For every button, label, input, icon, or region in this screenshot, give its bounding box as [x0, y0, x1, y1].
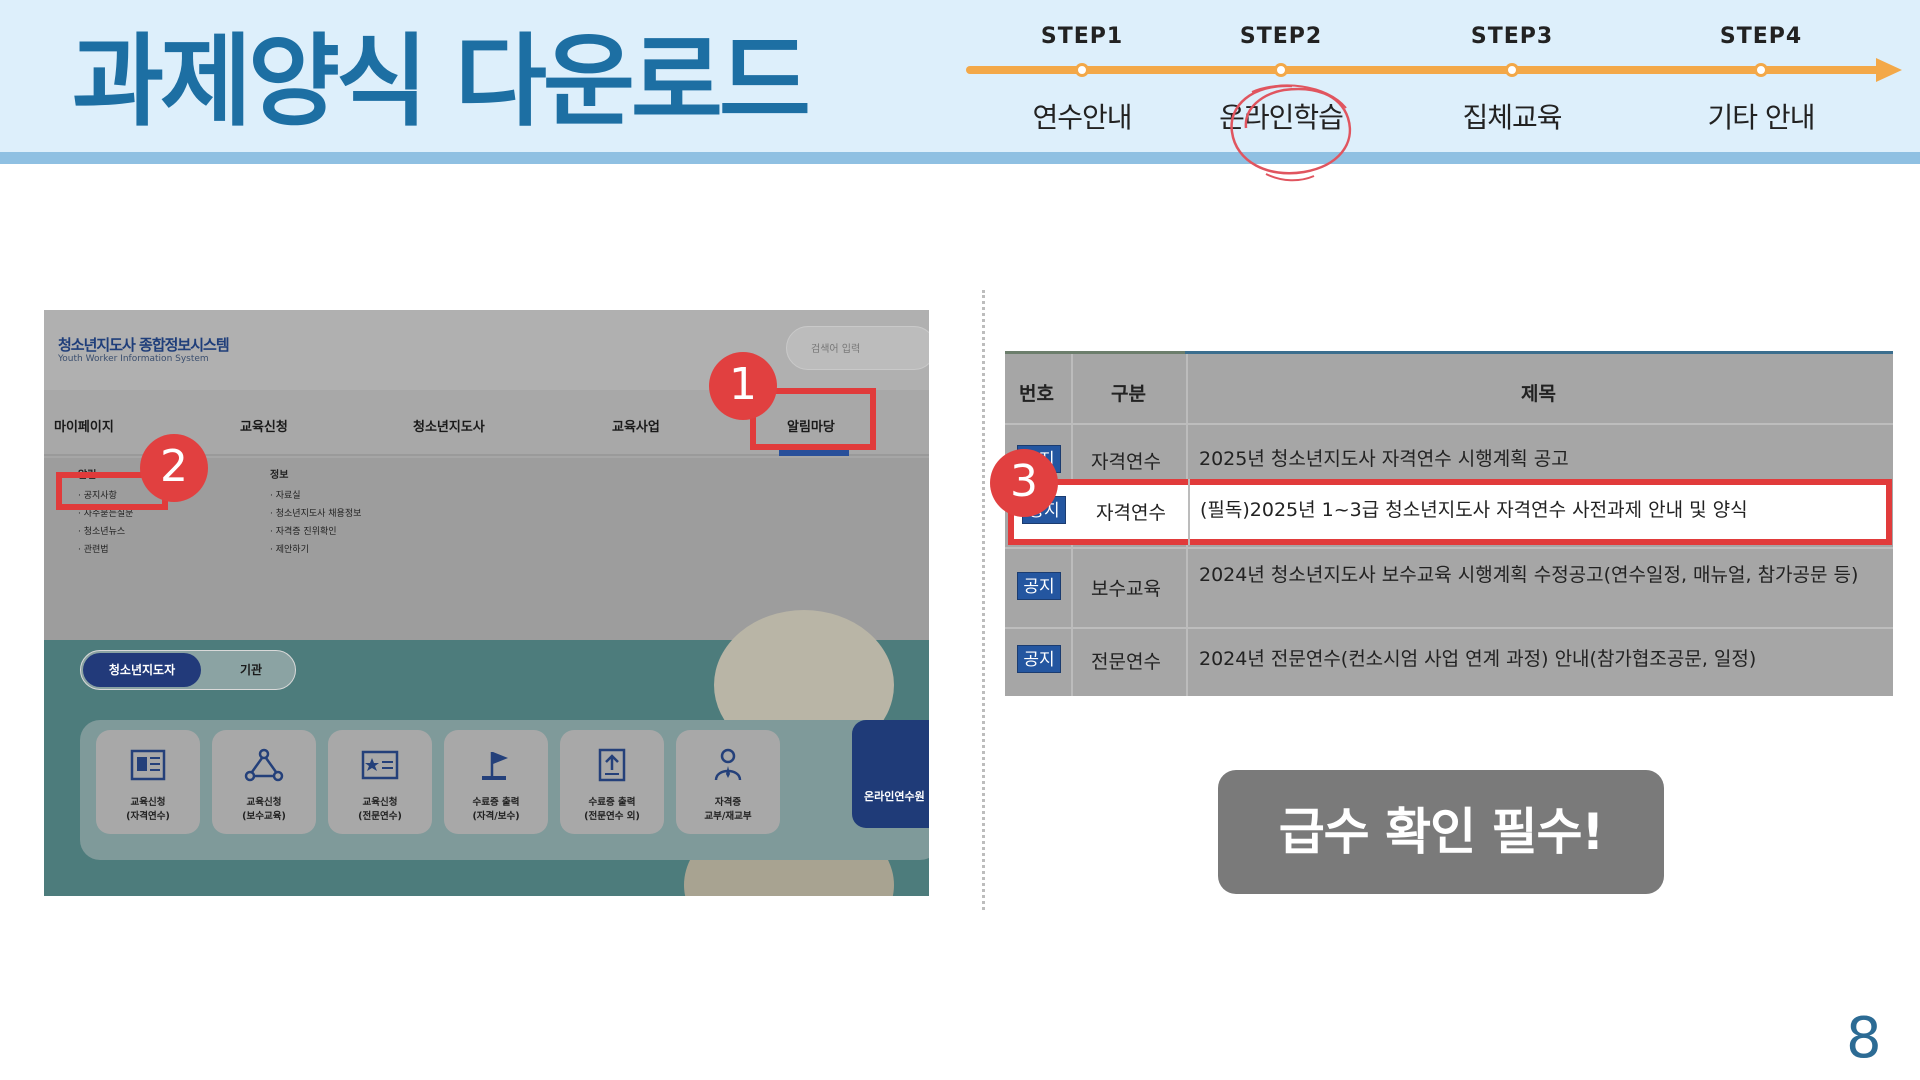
toggle-youth-worker[interactable]: 청소년지도자: [83, 653, 201, 687]
certificate-icon: [361, 750, 399, 780]
row-category: 전문연수: [1091, 651, 1161, 673]
timeline-arrow-icon: [1876, 58, 1902, 82]
page-number: 8: [1846, 1006, 1882, 1071]
tile-print-certificate-other[interactable]: 수료증 출력 (전문연수 외): [560, 730, 664, 834]
row-subject-link[interactable]: 2025년 청소년지도사 자격연수 시행계획 공고: [1199, 447, 1879, 471]
step-4-name: 기타 안내: [1707, 101, 1816, 134]
slide: { "slide": { "title": "과제양식 다운로드", "page…: [0, 0, 1920, 1080]
nav-item-mypage[interactable]: 마이페이지: [54, 416, 114, 435]
tile-label: 수료증 출력 (전문연수 외): [584, 797, 640, 822]
row-separator: [1005, 423, 1893, 425]
column-header-category: 구분: [1111, 383, 1146, 405]
hero-section: 청소년지도자 기관 교육신청 (자격연수) 교육신청 (보수교육) 교육신청 (…: [44, 610, 929, 896]
step-3-label: STEP3: [1470, 24, 1554, 49]
nav-item-youth-worker[interactable]: 청소년지도사: [413, 416, 485, 435]
quick-menu: 교육신청 (자격연수) 교육신청 (보수교육) 교육신청 (전문연수) 수료증 …: [80, 720, 929, 860]
toggle-institution[interactable]: 기관: [211, 653, 291, 687]
site-header: 청소년지도사 종합정보시스템 Youth Worker Information …: [44, 310, 929, 390]
dropdown-item-archive[interactable]: · 자료실: [270, 488, 301, 501]
tile-label: 수료증 출력 (자격/보수): [472, 797, 520, 822]
step-3-dot: [1505, 63, 1519, 77]
tile-apply-qualification[interactable]: 교육신청 (자격연수): [96, 730, 200, 834]
tile-label: 자격증 교부/재교부: [704, 797, 752, 822]
row-subject-link[interactable]: 2024년 청소년지도사 보수교육 시행계획 수정공고(연수일정, 매뉴얼, 참…: [1199, 563, 1879, 587]
current-step-circle: [1230, 84, 1352, 182]
dropdown-item-verify[interactable]: · 자격증 진위확인: [270, 524, 337, 537]
notice-tag: 공지: [1017, 645, 1061, 673]
search-placeholder: 검색어 입력: [811, 344, 861, 355]
step-marker-2: 2: [140, 434, 208, 502]
step-1-dot: [1075, 63, 1089, 77]
search-input[interactable]: 검색어 입력: [786, 326, 929, 370]
step-4-dot: [1754, 63, 1768, 77]
board-top-border: [1185, 351, 1893, 354]
website-screenshot: 청소년지도사 종합정보시스템 Youth Worker Information …: [44, 310, 929, 896]
dropdown-item-suggest[interactable]: · 제안하기: [270, 542, 309, 555]
row-category: 보수교육: [1091, 578, 1161, 600]
step-marker-1: 1: [709, 352, 777, 420]
step-2-label: STEP2: [1239, 24, 1323, 49]
step-4-label: STEP4: [1719, 24, 1803, 49]
step-marker-3: 3: [990, 449, 1058, 517]
row-subject-link[interactable]: (필독)2025년 1~3급 청소년지도사 자격연수 사전과제 안내 및 양식: [1200, 498, 1880, 522]
tile-online-academy[interactable]: 온라인연수원: [852, 720, 929, 828]
step-1-label: STEP1: [1040, 24, 1124, 49]
row-separator: [1005, 547, 1893, 549]
step-3-name: 집체교육: [1462, 101, 1562, 134]
tile-apply-professional[interactable]: 교육신청 (전문연수): [328, 730, 432, 834]
header-rule: [0, 152, 1920, 164]
step-2-dot: [1274, 63, 1288, 77]
document-icon: [130, 749, 166, 781]
nav-item-apply[interactable]: 교육신청: [240, 416, 288, 435]
highlighted-row[interactable]: 공지 자격연수 (필독)2025년 1~3급 청소년지도사 자격연수 사전과제 …: [1008, 479, 1892, 545]
tile-big-label: 온라인연수원: [864, 790, 925, 803]
notice-tag: 공지: [1017, 572, 1061, 600]
dropdown-item-news[interactable]: · 청소년뉴스: [78, 524, 125, 537]
network-icon: [244, 748, 284, 782]
flag-icon: [482, 752, 508, 780]
tile-apply-refresher[interactable]: 교육신청 (보수교육): [212, 730, 316, 834]
tile-label: 교육신청 (자격연수): [126, 797, 170, 822]
step-1-name: 연수안내: [1032, 101, 1132, 134]
person-icon: [714, 748, 742, 781]
step-timeline-line: [966, 66, 1886, 74]
nav-active-indicator: [779, 450, 849, 456]
section-divider: [982, 290, 985, 910]
row-category: 자격연수: [1096, 502, 1166, 524]
row-subject-link[interactable]: 2024년 전문연수(컨소시엄 사업 연계 과정) 안내(참가협조공문, 일정): [1199, 647, 1879, 671]
nav-item-edu-project[interactable]: 교육사업: [612, 416, 660, 435]
row-category: 자격연수: [1091, 451, 1161, 473]
dropdown-heading-info: 정보: [270, 470, 289, 481]
tile-print-certificate[interactable]: 수료증 출력 (자격/보수): [444, 730, 548, 834]
row-separator: [1005, 627, 1893, 629]
tile-label: 교육신청 (보수교육): [242, 797, 286, 822]
page-title: 과제양식 다운로드: [72, 23, 811, 140]
grade-check-notice: 급수 확인 필수!: [1218, 770, 1664, 894]
audience-toggle[interactable]: 청소년지도자 기관: [80, 650, 296, 690]
dropdown-item-jobs[interactable]: · 청소년지도사 채용정보: [270, 506, 361, 519]
column-separator: [1188, 479, 1190, 545]
column-header-subject: 제목: [1521, 383, 1556, 405]
column-header-number: 번호: [1019, 383, 1054, 405]
site-logo[interactable]: 청소년지도사 종합정보시스템: [58, 334, 230, 355]
tile-license-issue[interactable]: 자격증 교부/재교부: [676, 730, 780, 834]
upload-doc-icon: [598, 748, 626, 782]
tile-label: 교육신청 (전문연수): [358, 797, 402, 822]
site-logo-subtitle: Youth Worker Information System: [58, 354, 209, 364]
dropdown-item-laws[interactable]: · 관련법: [78, 542, 109, 555]
